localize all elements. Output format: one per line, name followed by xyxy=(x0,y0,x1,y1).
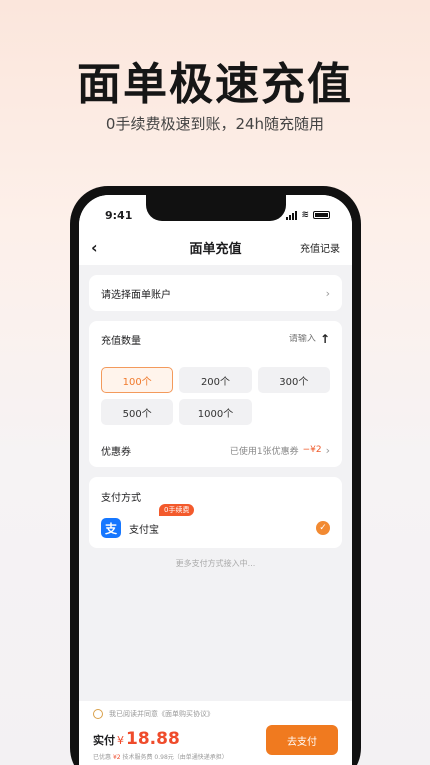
quantity-option[interactable]: 1000个 xyxy=(179,399,252,425)
pay-label: 实付 xyxy=(93,734,115,747)
savings-note: 技术服务费 0.98元（由单通快递承担） xyxy=(122,754,228,761)
go-pay-button[interactable]: 去支付 xyxy=(266,725,338,755)
quantity-option[interactable]: 500个 xyxy=(101,399,174,425)
status-icons: ≋ xyxy=(286,210,330,220)
status-time: 9:41 xyxy=(105,208,133,222)
savings-line: 已优惠 ¥2 技术服务费 0.98元（由单通快递承担） xyxy=(93,752,228,761)
account-label: 请选择面单账户 xyxy=(101,289,171,301)
coupon-used-text: 已使用1张优惠券 xyxy=(229,446,299,457)
arrow-up-icon[interactable]: ↑ xyxy=(320,332,330,346)
phone-frame: 9:41 ≋ ‹ 面单充值 充值记录 请选择面单账户 › 充值数量 请输入 ↑ … xyxy=(70,186,361,765)
checkout-bar: 我已阅读并同意《面单购买协议》 实付 ¥ 18.88 已优惠 ¥2 技术服务费 … xyxy=(79,701,352,765)
chevron-right-icon: › xyxy=(325,443,330,457)
agreement-text[interactable]: 我已阅读并同意《面单购买协议》 xyxy=(109,709,214,719)
check-icon[interactable]: ✓ xyxy=(316,521,330,535)
quantity-options: 100个 200个 300个 500个 1000个 xyxy=(101,357,330,433)
currency-symbol: ¥ xyxy=(117,734,124,747)
quantity-input[interactable] xyxy=(279,334,316,344)
pay-amount: 18.88 xyxy=(126,729,180,749)
payment-option-alipay[interactable]: 支 支付宝 0手续费 ✓ xyxy=(101,504,330,540)
quantity-option[interactable]: 200个 xyxy=(179,367,252,393)
coupon-label: 优惠券 xyxy=(101,446,131,458)
wifi-icon: ≋ xyxy=(301,210,309,220)
payment-title: 支付方式 xyxy=(101,493,141,504)
account-card[interactable]: 请选择面单账户 › xyxy=(89,275,342,311)
back-icon[interactable]: ‹ xyxy=(91,238,115,257)
nav-bar: ‹ 面单充值 充值记录 xyxy=(79,229,352,265)
quantity-card: 充值数量 ↑ 100个 200个 300个 500个 1000个 优惠券 已使用… xyxy=(89,321,342,467)
payment-method-name: 支付宝 xyxy=(129,524,159,536)
signal-icon xyxy=(286,210,298,220)
no-fee-badge: 0手续费 xyxy=(159,504,195,516)
quantity-label: 充值数量 xyxy=(101,335,141,347)
phone-screen: 9:41 ≋ ‹ 面单充值 充值记录 请选择面单账户 › 充值数量 请输入 ↑ … xyxy=(79,195,352,765)
agreement-radio[interactable] xyxy=(93,709,103,719)
agreement-row[interactable]: 我已阅读并同意《面单购买协议》 xyxy=(93,709,338,719)
recharge-record-link[interactable]: 充值记录 xyxy=(300,240,340,255)
chevron-right-icon: › xyxy=(325,286,330,300)
quantity-option[interactable]: 100个 xyxy=(101,367,174,393)
battery-icon xyxy=(313,211,330,219)
savings-prefix: 已优惠 xyxy=(93,754,112,761)
payment-card: 支付方式 支 支付宝 0手续费 ✓ xyxy=(89,477,342,548)
phone-notch xyxy=(145,195,286,221)
coupon-row[interactable]: 优惠券 已使用1张优惠券 −¥2 › xyxy=(101,433,330,467)
savings-amount: ¥2 xyxy=(112,754,121,761)
hero-subtitle: 0手续费极速到账，24h随充随用 xyxy=(105,115,325,133)
coupon-amount: −¥2 xyxy=(302,445,322,455)
hero-title: 面单极速充值 xyxy=(77,59,353,110)
alipay-icon: 支 xyxy=(101,518,121,538)
total-price: 实付 ¥ 18.88 xyxy=(93,729,228,749)
more-payment-text: 更多支付方式接入中... xyxy=(175,559,256,568)
quantity-option[interactable]: 300个 xyxy=(257,367,330,393)
